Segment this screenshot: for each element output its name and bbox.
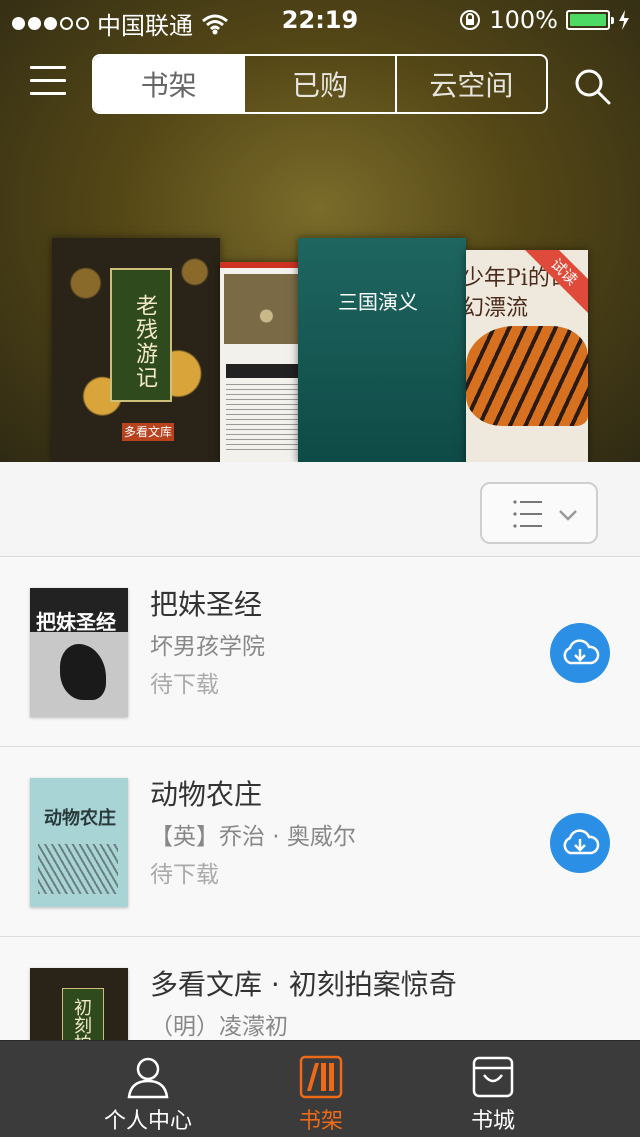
cloud-download-icon: [563, 829, 600, 855]
featured-book-cover[interactable]: 老残游记 多看文库: [52, 238, 220, 462]
cloud-download-icon: [563, 639, 600, 665]
view-mode-dropdown[interactable]: [480, 482, 598, 544]
featured-book-cover[interactable]: 三国演义: [298, 238, 466, 462]
tab-profile[interactable]: 个人中心: [68, 1041, 228, 1137]
book-author: 坏男孩学院: [150, 634, 265, 660]
book-cover: 把妹圣经: [30, 588, 128, 717]
battery-percent: 100%: [489, 6, 558, 34]
search-icon[interactable]: [572, 66, 612, 106]
book-author: 【英】乔治 · 奥威尔: [150, 824, 356, 850]
download-button[interactable]: [550, 813, 610, 873]
list-toolbar: [0, 462, 640, 557]
book-status: 待下载: [150, 672, 219, 698]
featured-book-cover[interactable]: 少年Pi的奇幻漂流 试读: [466, 250, 588, 462]
tab-bookshelf[interactable]: 书架: [94, 56, 244, 112]
charging-icon: [619, 10, 629, 30]
book-title: 把妹圣经: [150, 588, 263, 621]
book-title: 多看文库 · 初刻拍案惊奇: [150, 968, 457, 1001]
list-view-icon: [513, 500, 542, 528]
featured-shelf: 老残游记 多看文库 三国演义 少年Pi的奇幻漂流 试读: [0, 236, 640, 462]
battery-icon: [566, 10, 614, 30]
menu-button[interactable]: [30, 66, 66, 102]
chevron-down-icon: [559, 510, 577, 521]
book-cover: 动物农庄: [30, 778, 128, 907]
rotation-lock-icon: [460, 10, 481, 30]
tab-bookstore[interactable]: 书城: [413, 1041, 573, 1137]
shelf-header: 中国联通 22:19 100% 书架 已购 云空间 老残游记 多看文库 三国演义…: [0, 0, 640, 462]
list-item[interactable]: 把妹圣经 把妹圣经 坏男孩学院 待下载: [0, 557, 640, 747]
book-status: 待下载: [150, 862, 219, 888]
tab-purchased[interactable]: 已购: [243, 56, 394, 112]
store-bag-icon: [472, 1056, 514, 1098]
book-author: （明）凌濛初: [150, 1014, 288, 1040]
download-button[interactable]: [550, 623, 610, 683]
status-bar: 中国联通 22:19 100%: [0, 0, 640, 40]
person-icon: [127, 1057, 169, 1099]
book-title: 动物农庄: [150, 778, 263, 811]
bookshelf-icon: [299, 1055, 343, 1099]
list-item[interactable]: 动物农庄 动物农庄 【英】乔治 · 奥威尔 待下载: [0, 747, 640, 937]
tab-cloud[interactable]: 云空间: [394, 56, 546, 112]
tab-bookshelf[interactable]: 书架: [241, 1041, 401, 1137]
shelf-segmented-control: 书架 已购 云空间: [92, 54, 548, 114]
bottom-tab-bar: 个人中心 书架 书城: [0, 1040, 640, 1137]
